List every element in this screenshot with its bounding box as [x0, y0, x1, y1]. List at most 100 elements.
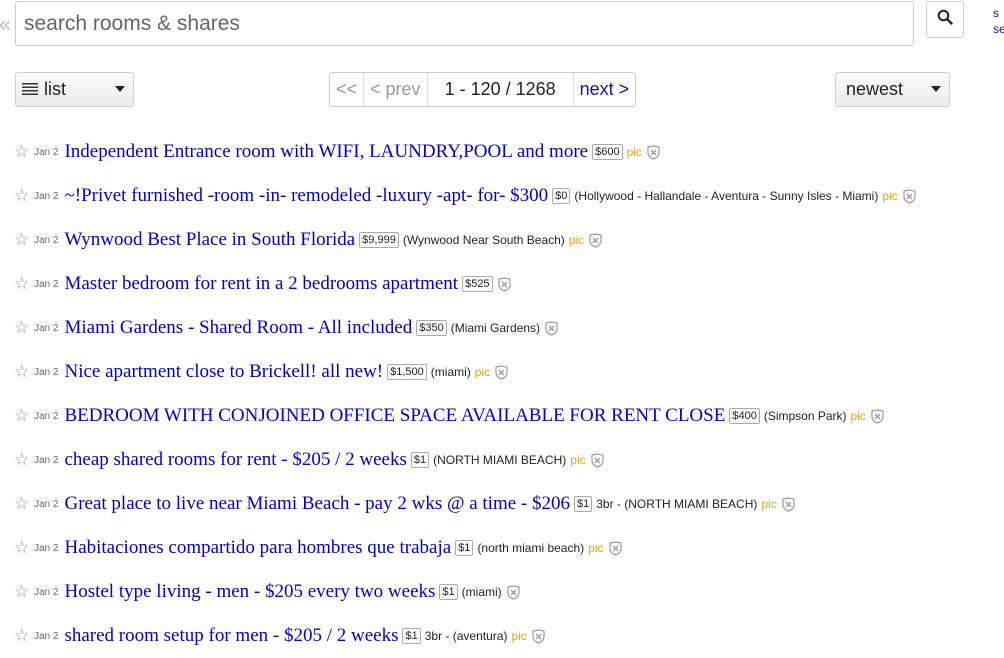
hide-posting-icon[interactable]: [531, 628, 546, 644]
hide-posting-icon[interactable]: [497, 276, 512, 292]
result-price: $400: [729, 408, 760, 424]
hide-posting-icon[interactable]: [781, 496, 796, 512]
favorite-star-icon[interactable]: ☆: [14, 142, 34, 162]
search-icon: [937, 9, 953, 30]
chevron-down-icon: [115, 86, 125, 92]
favorite-star-icon[interactable]: ☆: [14, 626, 34, 646]
hide-posting-icon[interactable]: [608, 540, 623, 556]
result-neighborhood: 3br - (aventura): [424, 629, 508, 643]
sort-select[interactable]: newest: [835, 72, 950, 107]
result-date: Jan 2: [34, 278, 59, 290]
result-date: Jan 2: [34, 322, 59, 334]
result-pic-tag: pic: [474, 365, 491, 379]
result-title-link[interactable]: Master bedroom for rent in a 2 bedrooms …: [64, 273, 458, 295]
hide-posting-icon[interactable]: [902, 188, 917, 204]
result-title-link[interactable]: BEDROOM WITH CONJOINED OFFICE SPACE AVAI…: [64, 405, 725, 427]
next-page-button[interactable]: next >: [573, 73, 636, 106]
result-price: $525: [462, 276, 493, 292]
first-page-button[interactable]: <<: [330, 73, 365, 106]
top-right-links: s se: [993, 5, 1004, 37]
result-row: ☆ Jan 2 Independent Entrance room with WIF…: [14, 130, 917, 174]
result-price: $1,500: [387, 364, 427, 380]
result-neighborhood: 3br - (NORTH MIAMI BEACH): [596, 497, 758, 511]
result-title-link[interactable]: Nice apartment close to Brickell! all ne…: [64, 361, 383, 383]
result-row: ☆ Jan 2 cheap shared rooms for rent - $205…: [14, 438, 917, 482]
result-neighborhood: (miami): [430, 365, 471, 379]
hide-posting-icon[interactable]: [506, 584, 521, 600]
favorite-star-icon[interactable]: ☆: [14, 362, 34, 382]
view-mode-select[interactable]: list: [15, 72, 134, 107]
result-row: ☆ Jan 2 shared room setup for men - $205 /…: [14, 614, 917, 658]
result-neighborhood: (miami): [461, 585, 502, 599]
prev-page-button[interactable]: < prev: [364, 73, 428, 106]
result-row: ☆ Jan 2 Miami Gardens - Shared Room - All …: [14, 306, 917, 350]
hide-posting-icon[interactable]: [646, 144, 661, 160]
search-button[interactable]: [926, 1, 964, 38]
list-view-icon: [22, 79, 38, 100]
favorite-star-icon[interactable]: ☆: [14, 318, 34, 338]
result-pic-tag: pic: [588, 541, 604, 555]
result-date: Jan 2: [34, 542, 59, 554]
result-date: Jan 2: [34, 146, 59, 158]
favorite-star-icon[interactable]: ☆: [14, 406, 34, 426]
sort-label: newest: [846, 79, 904, 99]
result-date: Jan 2: [34, 586, 59, 598]
result-range: 1 - 120 / 1268: [428, 73, 574, 106]
favorite-star-icon[interactable]: ☆: [14, 274, 34, 294]
result-price: $350: [416, 320, 447, 336]
top-right-link-2[interactable]: se: [993, 21, 1004, 37]
result-title-link[interactable]: Habitaciones compartido para hombres que…: [64, 537, 451, 559]
result-date: Jan 2: [34, 234, 59, 246]
favorite-star-icon[interactable]: ☆: [14, 230, 34, 250]
result-pic-tag: pic: [570, 453, 586, 467]
result-title-link[interactable]: Hostel type living - men - $205 every tw…: [64, 581, 435, 603]
result-pic-tag: pic: [511, 629, 527, 643]
result-row: ☆ Jan 2 Master bedroom for rent in a 2 bed…: [14, 262, 917, 306]
result-title-link[interactable]: Great place to live near Miami Beach - p…: [64, 493, 570, 515]
result-date: Jan 2: [34, 410, 59, 422]
hide-posting-icon[interactable]: [590, 452, 605, 468]
favorite-star-icon[interactable]: ☆: [14, 582, 34, 602]
result-date: Jan 2: [34, 190, 59, 202]
result-title-link[interactable]: Wynwood Best Place in South Florida: [64, 229, 355, 251]
hide-posting-icon[interactable]: [494, 364, 509, 380]
pagination: << < prev 1 - 120 / 1268 next >: [329, 72, 637, 107]
result-title-link[interactable]: Miami Gardens - Shared Room - All includ…: [64, 317, 412, 339]
result-pic-tag: pic: [626, 145, 642, 159]
result-price: $0: [552, 188, 571, 204]
collapse-sidebar-icon[interactable]: «: [0, 13, 11, 38]
result-price: $1: [402, 628, 421, 644]
result-neighborhood: (north miami beach): [477, 541, 585, 555]
result-date: Jan 2: [34, 454, 59, 466]
favorite-star-icon[interactable]: ☆: [14, 538, 34, 558]
search-box: [15, 1, 914, 46]
result-pic-tag: pic: [850, 409, 866, 423]
hide-posting-icon[interactable]: [870, 408, 885, 424]
top-right-link-1[interactable]: s: [993, 5, 1004, 21]
result-price: $1: [439, 584, 458, 600]
hide-posting-icon[interactable]: [544, 320, 559, 336]
favorite-star-icon[interactable]: ☆: [14, 186, 34, 206]
result-row: ☆ Jan 2 Wynwood Best Place in South Florid…: [14, 218, 917, 262]
search-input[interactable]: [16, 2, 913, 45]
result-neighborhood: (Simpson Park): [763, 409, 847, 423]
view-mode-label: list: [44, 79, 66, 99]
result-neighborhood: (Wynwood Near South Beach): [402, 233, 565, 247]
result-title-link[interactable]: Independent Entrance room with WIFI, LAU…: [64, 141, 588, 163]
result-title-link[interactable]: shared room setup for men - $205 / 2 wee…: [64, 625, 398, 647]
result-row: ☆ Jan 2 Great place to live near Miami Bea…: [14, 482, 917, 526]
result-pic-tag: pic: [568, 233, 585, 247]
result-title-link[interactable]: cheap shared rooms for rent - $205 / 2 w…: [64, 449, 406, 471]
result-date: Jan 2: [34, 498, 59, 510]
hide-posting-icon[interactable]: [588, 232, 603, 248]
favorite-star-icon[interactable]: ☆: [14, 494, 34, 514]
favorite-star-icon[interactable]: ☆: [14, 450, 34, 470]
result-pic-tag: pic: [761, 497, 777, 511]
result-title-link[interactable]: ~!Privet furnished -room -in- remodeled …: [64, 185, 548, 207]
result-pic-tag: pic: [882, 189, 898, 203]
results-list: ☆ Jan 2 Independent Entrance room with WIF…: [14, 130, 917, 658]
result-row: ☆ Jan 2 Nice apartment close to Brickell! …: [14, 350, 917, 394]
chevron-down-icon: [931, 86, 941, 92]
result-neighborhood: (NORTH MIAMI BEACH): [433, 453, 567, 467]
result-date: Jan 2: [34, 630, 59, 642]
